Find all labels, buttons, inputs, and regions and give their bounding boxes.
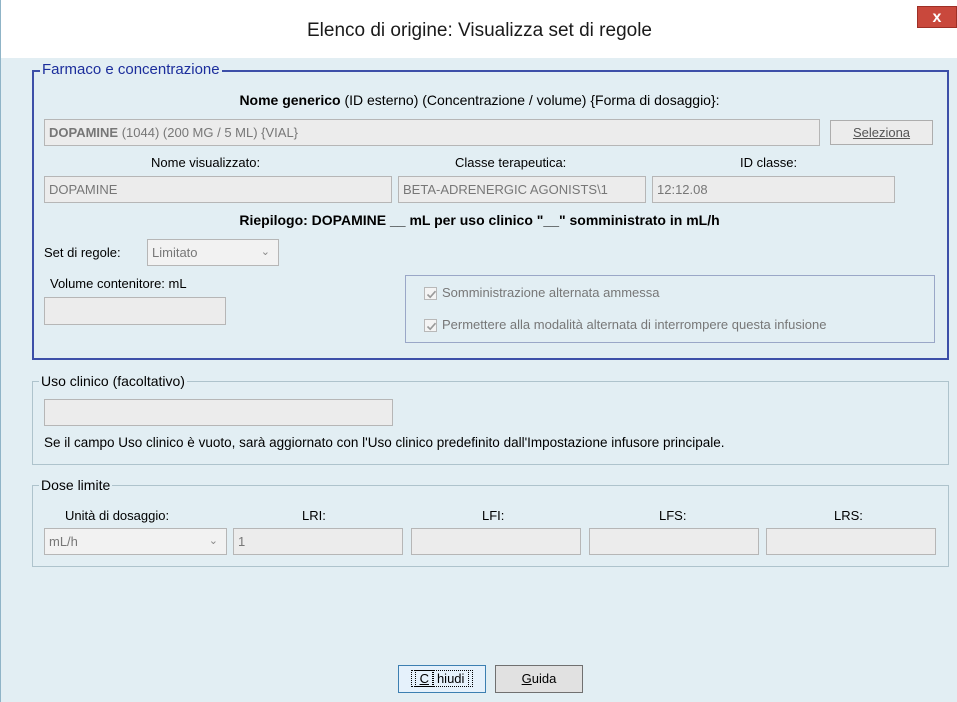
generic-name-rest: (1044) (200 MG / 5 ML) {VIAL} bbox=[118, 125, 299, 140]
close-icon[interactable]: x bbox=[917, 6, 957, 28]
piggyback-interrupt-checkbox[interactable] bbox=[424, 319, 437, 332]
clinical-use-note: Se il campo Uso clinico è vuoto, sarà ag… bbox=[44, 435, 725, 450]
drug-group-legend: Farmaco e concentrazione bbox=[40, 61, 222, 78]
chevron-down-icon: ⌄ bbox=[208, 535, 218, 547]
ruleset-select[interactable]: Limitato ⌄ bbox=[147, 239, 279, 266]
lfi-field[interactable] bbox=[411, 528, 581, 555]
lrs-field[interactable] bbox=[766, 528, 936, 555]
summary-text: Riepilogo: DOPAMINE __ mL per uso clinic… bbox=[239, 212, 720, 228]
lri-label: LRI: bbox=[302, 508, 326, 523]
help-button-label: Guida bbox=[522, 671, 557, 686]
lri-field[interactable]: 1 bbox=[233, 528, 403, 555]
help-button-rest: uida bbox=[531, 671, 557, 686]
lfi-label: LFI: bbox=[482, 508, 505, 523]
piggyback-allowed-checkbox[interactable] bbox=[424, 287, 437, 300]
dosing-unit-select[interactable]: mL/h ⌄ bbox=[44, 528, 227, 555]
therapeutic-class-label: Classe terapeutica: bbox=[455, 155, 567, 170]
class-id-field[interactable]: 12:12.08 bbox=[652, 176, 895, 203]
close-button-mnemonic: C bbox=[414, 670, 434, 687]
ruleset-value: Limitato bbox=[152, 245, 198, 260]
close-button-rest: hiudi bbox=[431, 670, 470, 687]
generic-name-header: Nome generico (ID esterno) (Concentrazio… bbox=[1, 92, 957, 108]
dialog-content: Farmaco e concentrazione Nome generico (… bbox=[1, 58, 957, 702]
clinical-use-field[interactable] bbox=[44, 399, 393, 426]
window-title: Elenco di origine: Visualizza set di reg… bbox=[306, 20, 652, 41]
lfs-field[interactable] bbox=[589, 528, 759, 555]
help-button[interactable]: Guida bbox=[495, 665, 583, 693]
generic-name-bold: DOPAMINE bbox=[49, 125, 119, 140]
generic-name-field[interactable]: DOPAMINE (1044) (200 MG / 5 ML) {VIAL} bbox=[44, 119, 820, 146]
dosing-unit-label: Unità di dosaggio: bbox=[65, 508, 170, 523]
container-volume-field[interactable] bbox=[44, 297, 226, 325]
generic-name-header-rest: (ID esterno) (Concentrazione / volume) {… bbox=[340, 92, 720, 108]
clinical-use-legend: Uso clinico (facoltativo) bbox=[39, 373, 187, 389]
lrs-label: LRS: bbox=[834, 508, 863, 523]
generic-name-header-bold: Nome generico bbox=[239, 92, 341, 108]
display-name-field[interactable]: DOPAMINE bbox=[44, 176, 392, 203]
dosing-unit-value: mL/h bbox=[49, 534, 78, 549]
dialog-window: Elenco di origine: Visualizza set di reg… bbox=[0, 0, 957, 702]
close-button-label: Chiudi bbox=[410, 670, 474, 687]
class-id-label: ID classe: bbox=[740, 155, 798, 170]
piggyback-interrupt-label: Permettere alla modalità alternata di in… bbox=[442, 317, 827, 332]
help-button-mnemonic: G bbox=[521, 671, 532, 686]
select-button[interactable]: Seleziona bbox=[830, 120, 933, 145]
ruleset-label: Set di regole: bbox=[44, 245, 121, 260]
dose-limits-legend: Dose limite bbox=[39, 477, 113, 493]
piggyback-allowed-label: Somministrazione alternata ammessa bbox=[442, 285, 660, 300]
chevron-down-icon: ⌄ bbox=[260, 246, 270, 258]
select-button-label: Seleziona bbox=[852, 125, 911, 140]
display-name-label: Nome visualizzato: bbox=[151, 155, 261, 170]
container-volume-label: Volume contenitore: mL bbox=[50, 276, 187, 291]
therapeutic-class-field[interactable]: BETA-ADRENERGIC AGONISTS\1 bbox=[398, 176, 646, 203]
title-bar[interactable]: Elenco di origine: Visualizza set di reg… bbox=[1, 0, 957, 58]
close-button[interactable]: Chiudi bbox=[398, 665, 486, 693]
lfs-label: LFS: bbox=[659, 508, 687, 523]
